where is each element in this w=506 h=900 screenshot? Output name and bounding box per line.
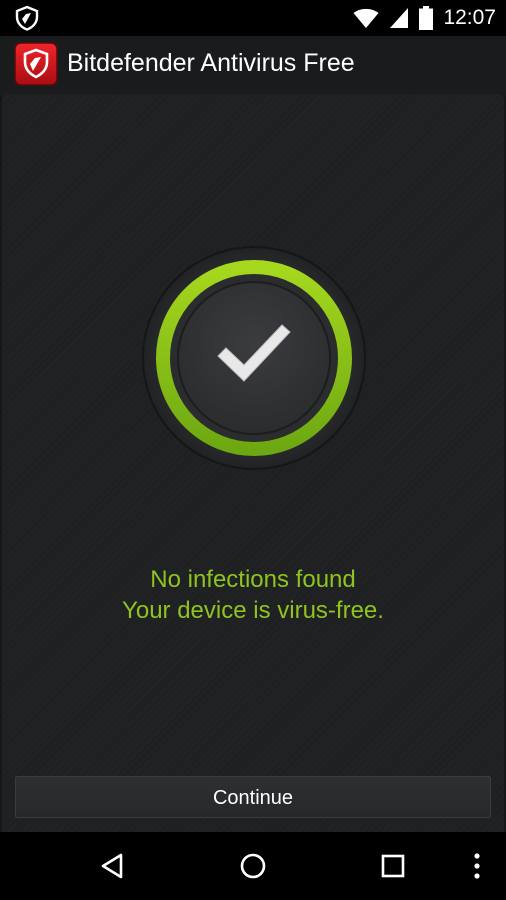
home-icon[interactable] [236, 849, 270, 883]
scan-status-indicator [142, 246, 366, 470]
status-bar: 12:07 [0, 0, 506, 36]
back-icon[interactable] [96, 849, 130, 883]
app-bar: Bitdefender Antivirus Free [0, 36, 506, 96]
wifi-icon [353, 8, 379, 28]
bitdefender-shield-icon [15, 5, 39, 31]
result-headline: No infections found [150, 566, 356, 593]
recents-icon[interactable] [376, 849, 410, 883]
overflow-menu-icon[interactable] [460, 849, 494, 883]
continue-button[interactable]: Continue [15, 776, 491, 818]
app-title: Bitdefender Antivirus Free [67, 49, 355, 77]
status-icons: 12:07 [353, 0, 496, 36]
navigation-bar [0, 832, 506, 900]
cell-signal-icon [390, 8, 409, 28]
clock: 12:07 [443, 6, 496, 29]
scan-result-message: No infections found Your device is virus… [2, 564, 504, 626]
screen: 12:07 Bitdefender Antivirus Free No infe… [0, 0, 506, 900]
scan-result-panel: No infections found Your device is virus… [2, 94, 504, 832]
result-detail: Your device is virus-free. [122, 597, 384, 624]
bitdefender-logo-icon[interactable] [14, 42, 58, 86]
battery-icon [419, 6, 434, 30]
